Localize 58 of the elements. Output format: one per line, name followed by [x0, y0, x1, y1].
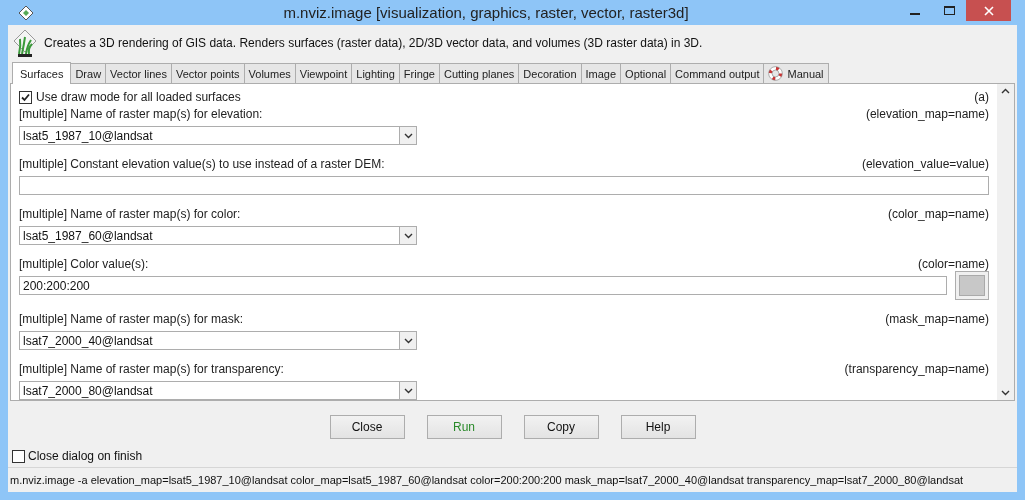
- caret-icon: [403, 232, 413, 239]
- lifebuoy-icon: [768, 66, 784, 81]
- caret-icon: [403, 387, 413, 394]
- checkbox-label: Close dialog on finish: [28, 449, 143, 463]
- parameter-key: (color_map=name): [887, 207, 989, 221]
- tab[interactable]: Volumes: [243, 63, 296, 83]
- tab[interactable]: Command output: [670, 63, 765, 83]
- field-label: [multiple] Name of raster map(s) for color:: [19, 207, 241, 221]
- tab[interactable]: Cutting planes: [439, 63, 520, 83]
- checkbox[interactable]: [12, 449, 25, 463]
- field-label: [multiple] Name of raster map(s) for mask:: [19, 312, 244, 326]
- tab[interactable]: Vector lines: [105, 63, 172, 83]
- tab[interactable]: Decoration: [518, 63, 582, 83]
- dialog-button[interactable]: Run: [426, 415, 502, 439]
- color-picker-button[interactable]: [955, 271, 989, 300]
- parameter-key: (elevation_value=value): [861, 157, 989, 171]
- caret-icon: [403, 337, 413, 344]
- parameter-key: (color=name): [917, 257, 989, 271]
- grass-logo-icon: [12, 28, 38, 58]
- tab[interactable]: Draw: [70, 63, 107, 83]
- app-icon: [18, 4, 34, 21]
- tab[interactable]: Image: [580, 63, 622, 83]
- close-icon: [983, 5, 994, 16]
- field-label: [multiple] Color value(s):: [19, 257, 149, 271]
- tab[interactable]: Lighting: [351, 63, 400, 83]
- field-label: [multiple] Constant elevation value(s) to use instead of a raster DEM:: [19, 157, 385, 171]
- dialog-button[interactable]: Help: [620, 415, 696, 439]
- tab[interactable]: Vector points: [170, 63, 245, 83]
- input-field[interactable]: [19, 176, 989, 195]
- module-description: Creates a 3D rendering of GIS data. Renders surfaces (raster data), 2D/3D vector data, and volumes (3D raster data) in 3D.: [44, 36, 703, 50]
- status-bar: m.nviz.image -a elevation_map=lsat5_1987_10@landsat color_map=lsat5_1987_60@landsat color=200:200:200 mask_map=lsat7_2000_40@landsat transparency_map=lsat7_2000_80@landsat: [8, 467, 1017, 492]
- input-field[interactable]: 200:200:200: [19, 276, 947, 295]
- field-label: [multiple] Name of raster map(s) for elevation:: [19, 107, 263, 121]
- dropdown[interactable]: lsat7_2000_80@landsat: [19, 381, 417, 400]
- scrollbar[interactable]: [997, 84, 1014, 400]
- scroll-down-icon: [1001, 390, 1010, 396]
- window-title: m.nviz.image [visualization, graphics, raster, vector, raster3d]: [282, 4, 690, 21]
- dialog-button[interactable]: Copy: [523, 415, 599, 439]
- minimize-icon: [910, 13, 920, 15]
- tab[interactable]: Fringe: [398, 63, 440, 83]
- dialog-button[interactable]: Close: [329, 415, 405, 439]
- dropdown[interactable]: lsat7_2000_40@landsat: [19, 331, 417, 350]
- dropdown[interactable]: lsat5_1987_60@landsat: [19, 226, 417, 245]
- parameter-key: (transparency_map=name): [844, 362, 989, 376]
- tab[interactable]: Manual: [763, 63, 829, 83]
- caret-icon: [403, 132, 413, 139]
- tab[interactable]: Optional: [620, 63, 672, 83]
- tab[interactable]: Viewpoint: [294, 63, 353, 83]
- flag-key: (a): [974, 90, 989, 104]
- field-label: [multiple] Name of raster map(s) for transparency:: [19, 362, 284, 376]
- checkbox-label: Use draw mode for all loaded surfaces: [36, 90, 241, 104]
- maximize-icon: [943, 6, 955, 15]
- tab[interactable]: Surfaces: [12, 62, 72, 84]
- parameter-key: (mask_map=name): [885, 312, 989, 326]
- parameter-key: (elevation_map=name): [865, 107, 989, 121]
- checkbox[interactable]: [19, 90, 32, 104]
- dropdown[interactable]: lsat5_1987_10@landsat: [19, 126, 417, 145]
- scroll-up-icon: [1001, 88, 1010, 94]
